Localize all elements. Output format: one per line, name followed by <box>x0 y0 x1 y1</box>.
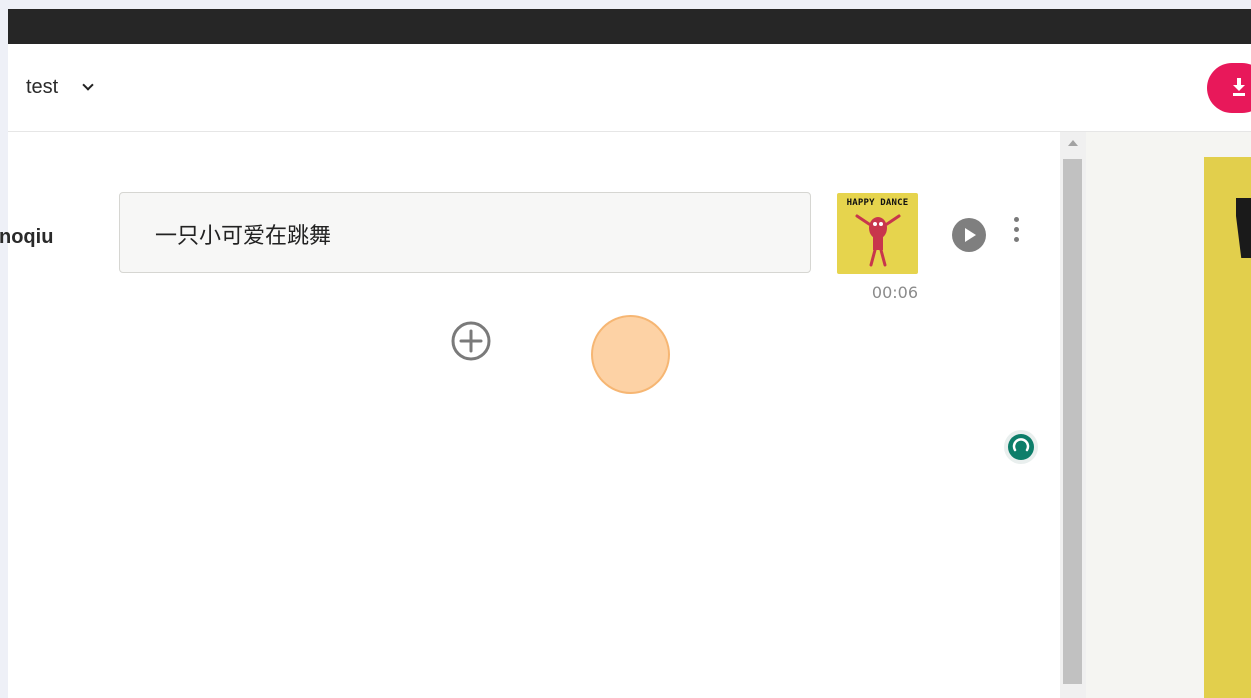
dancing-figure-icon <box>855 214 901 267</box>
preview-panel <box>1086 132 1251 698</box>
play-icon[interactable] <box>951 217 987 253</box>
scroll-up-arrow-icon[interactable] <box>1068 140 1078 146</box>
media-thumbnail[interactable]: HAPPY DANCE <box>837 193 918 274</box>
header: test <box>8 44 1251 132</box>
window-top-bar <box>8 9 1251 44</box>
chevron-down-icon[interactable] <box>82 79 94 91</box>
project-name[interactable]: test <box>26 76 58 99</box>
add-circle-icon[interactable] <box>451 321 491 361</box>
thumbnail-title: HAPPY DANCE <box>846 198 909 208</box>
script-editor: noqiu 一只小可爱在跳舞 HAPPY DANCE 00:06 <box>0 132 1060 698</box>
download-icon <box>1233 78 1245 96</box>
speaker-name: noqiu <box>0 226 54 248</box>
vertical-scrollbar[interactable] <box>1060 132 1086 698</box>
scrollbar-thumb[interactable] <box>1063 159 1082 684</box>
cursor-highlight <box>591 315 670 394</box>
more-vertical-icon[interactable] <box>1008 217 1024 247</box>
loading-icon <box>1004 430 1038 464</box>
script-text-input[interactable]: 一只小可爱在跳舞 <box>119 192 811 273</box>
media-duration: 00:06 <box>871 283 918 302</box>
download-button[interactable] <box>1207 63 1251 113</box>
